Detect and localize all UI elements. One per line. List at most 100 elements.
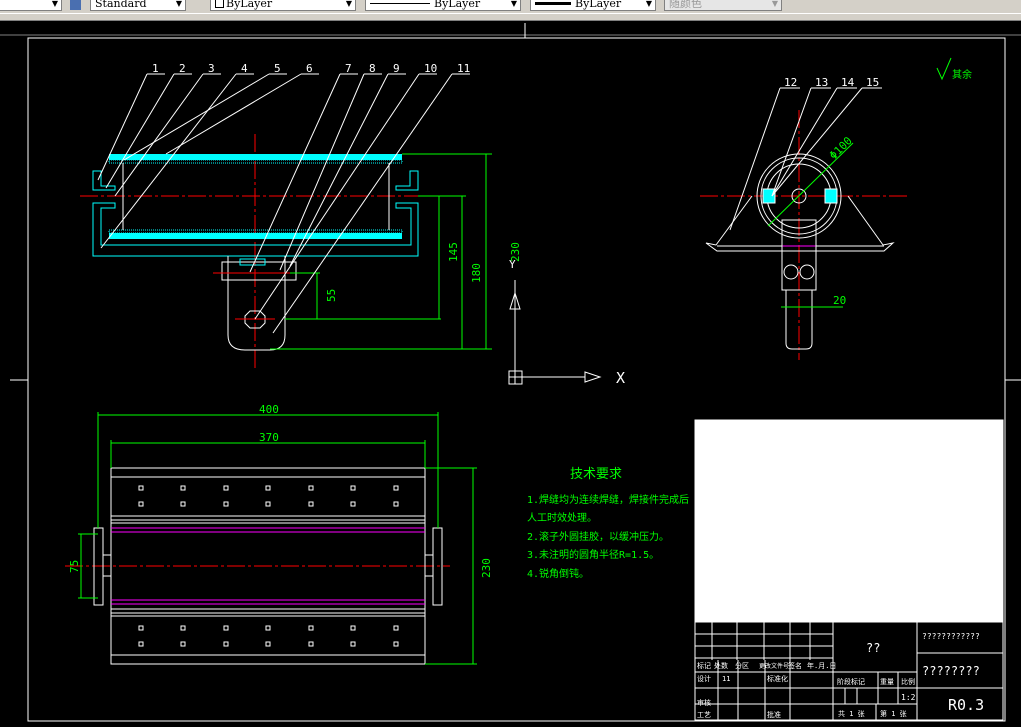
dim-75: 75 (68, 560, 81, 573)
bom-cell-no: 11 (697, 470, 707, 479)
drawing-canvas[interactable]: 230 180 145 55 1 2 3 4 5 6 7 8 9 10 11 X Y Φ100 20… (0, 21, 1021, 727)
text-style-icon[interactable] (70, 0, 81, 10)
bom-row: 8 GB6170-86 螺母M16 2 合金 (697, 506, 885, 516)
dim-55: 55 (325, 289, 338, 302)
scale-value: 1:2 (901, 693, 916, 702)
bom-cell-code: GB859-1987 (713, 422, 761, 431)
ucs-x-label: X (616, 369, 625, 387)
color-swatch-icon (215, 0, 224, 8)
bolt-hole (180, 485, 186, 491)
bolt-hole (350, 501, 356, 507)
balloon-label: 10 (424, 62, 437, 75)
tech-req-title: 技术要求 (570, 467, 622, 482)
tb-change-doc: 更改文件号 (759, 662, 789, 670)
roller-top-rubber (109, 154, 402, 160)
chevron-down-icon: ▼ (175, 0, 182, 8)
bom-cell-material: 合金 (869, 433, 885, 443)
bom-cell-name: 轻型弹簧垫圈 6 (782, 494, 832, 503)
bolt-hole (393, 501, 399, 507)
bom-row: 11 R0.3-3 小轴 1 16Mn (697, 470, 888, 479)
bom-cell-code: GB6170-86 (713, 507, 757, 516)
linetype-select[interactable]: ByLayer ▼ (365, 0, 521, 11)
end-cap-left (92, 170, 116, 191)
balloon-label: 1 (152, 62, 159, 75)
lineweight-value: ByLayer (575, 0, 622, 10)
bom-header-qty: 数量 (855, 609, 867, 617)
balloon-label: 13 (815, 76, 828, 89)
chevron-down-icon: ▼ (510, 0, 517, 8)
bom-cell-no: 1 (697, 591, 702, 600)
dim-400: 400 (259, 403, 279, 416)
bom-cell-material: HT150 (869, 591, 893, 600)
bom-cell-code: GB/T5783-2000 (713, 446, 776, 455)
bolt-hole (265, 641, 271, 647)
bom-cell-no: 10 (697, 482, 707, 491)
dim-370: 370 (259, 431, 279, 444)
bom-cell-qty: 1 (857, 519, 862, 528)
text-style-value: Standard (95, 0, 147, 10)
ucs-y-label: Y (509, 258, 516, 271)
bom-cell-qty: 2 (857, 507, 862, 516)
bolt-hole (138, 501, 144, 507)
bom-cell-material: 16Mn (869, 470, 888, 479)
company-name: ???????????? (922, 632, 980, 641)
balloon-label: 6 (306, 62, 313, 75)
bom-cell-material: 钢 (869, 518, 877, 528)
bom-cell-name: 支撑架 (782, 555, 803, 564)
bom-cell-name: 六角头螺栓 M6x16 (782, 446, 842, 455)
balloon-label: 2 (179, 62, 186, 75)
part-name: ?? (866, 641, 880, 655)
bracket-lug (227, 256, 286, 351)
tech-req-line: 1.焊缝均为连续焊缝，焊接件完成后 (527, 493, 689, 506)
bom-cell-code: R0.3-3 (713, 470, 742, 479)
bolt-hole (180, 641, 186, 647)
bolt-hole (393, 641, 399, 647)
toolbar-dropdown-left[interactable]: ▼ (0, 0, 62, 11)
bolt-hole (350, 641, 356, 647)
bom-header-unit: 单件 (934, 601, 948, 610)
text-style-select[interactable]: Standard ▼ (90, 0, 186, 11)
roughness-symbol: 其余 (936, 57, 972, 81)
tb-review: 审核 (697, 698, 711, 707)
roughness-note: 其余 (952, 68, 972, 81)
bom-cell-no: 8 (697, 507, 702, 516)
bom-cell-no: 4 (697, 555, 702, 564)
bolt-hole (308, 641, 314, 647)
bom-cell-no: 7 (697, 519, 702, 528)
bom-cell-code: GB6170-86 (713, 434, 757, 443)
chevron-down-icon: ▼ (771, 0, 778, 8)
bom-cell-qty: 1 (857, 458, 862, 467)
bom-row: 9 GB859-1987 轻型弹簧垫圈 6 2 65Mn (697, 494, 888, 503)
chevron-down-icon: ▼ (51, 0, 58, 8)
tech-req-line: 2.滚子外圆挂胶，以缓冲压力。 (527, 530, 669, 543)
bolt-hole (350, 485, 356, 491)
bom-cell-qty: 1 (857, 555, 862, 564)
tb-design: 设计 (697, 674, 711, 683)
bom-cell-code: R0.3-4 (713, 543, 742, 552)
bom-cell-no: 6 (697, 531, 702, 540)
bom-cell-name: 轻型弹簧垫圈 6 (782, 422, 832, 431)
bolt-hole (138, 625, 144, 631)
bom-cell-qty: 4 (857, 446, 862, 455)
bom-cell-no: 12 (697, 458, 707, 467)
bom-cell-qty: 1 (857, 531, 862, 540)
bom-cell-name: 橡胶垫子 (782, 531, 810, 540)
bom-cell-qty: 2 (857, 567, 862, 576)
balloon-label: 9 (393, 62, 400, 75)
bom-cell-material: 65Mn (869, 494, 888, 503)
bom-header-weight: 重量 (944, 614, 958, 622)
bom-cell-name: 小轴 (782, 470, 796, 479)
bolt-hole (180, 625, 186, 631)
layer-color-select[interactable]: ByLayer ▼ (210, 0, 356, 11)
tb-sheet: 第 1 张 (880, 709, 907, 718)
lineweight-select[interactable]: ByLayer ▼ (530, 0, 656, 11)
bom-cell-code: R0.3-5 (713, 531, 742, 540)
bom-cell-qty: 4 (857, 434, 862, 443)
bom-cell-qty: 2 (857, 591, 862, 600)
bill-of-materials: 15 GB859-1987 轻型弹簧垫圈 6 4 65Mn14 GB6170-86 螺母M6… (694, 419, 1004, 623)
tb-total-sheets: 共 1 张 (838, 709, 865, 718)
tech-req-line: 4.锐角倒钝。 (527, 567, 589, 580)
bom-cell-name: 螺母M6 (782, 434, 804, 443)
tb-design-value: 11 (722, 675, 730, 683)
dim-diameter-100: Φ100 (827, 134, 855, 162)
